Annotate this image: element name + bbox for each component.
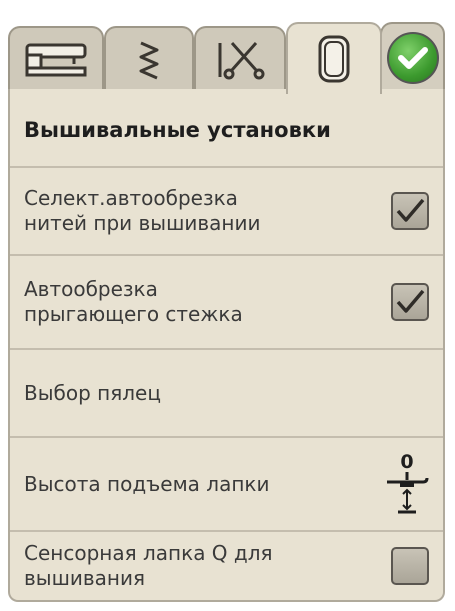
ok-button[interactable]: [380, 22, 445, 92]
sewing-machine-icon: [25, 43, 87, 77]
setting-row-hoop-selection[interactable]: Выбор пялец: [10, 348, 443, 436]
sensor-q-foot-checkbox[interactable]: [391, 547, 429, 585]
setting-row-jump-stitch-trim[interactable]: Автообрезка прыгающего стежка: [10, 254, 443, 348]
check-icon: [396, 198, 425, 222]
setting-row-sensor-q-foot[interactable]: Сенсорная лапка Q для вышивания: [10, 530, 443, 600]
setting-label: Селект.автообрезка нитей при вышивании: [24, 186, 261, 235]
setting-label: Высота подъема лапки: [24, 471, 270, 496]
check-icon: [396, 289, 425, 313]
tab-machine-settings[interactable]: [8, 26, 104, 92]
page-title-text: Вышивальные установки: [24, 118, 331, 142]
setting-row-presser-foot-height[interactable]: Высота подъема лапки 0: [10, 436, 443, 530]
setting-label: Выбор пялец: [24, 380, 161, 405]
presser-foot-height-value: 0: [400, 451, 414, 473]
setting-row-selective-thread-cut[interactable]: Селект.автообрезка нитей при вышивании: [10, 166, 443, 254]
zigzag-stitch-icon: [139, 41, 159, 80]
ok-circle: [386, 32, 439, 84]
presser-foot-icon: [387, 472, 429, 514]
selective-thread-cut-checkbox[interactable]: [391, 192, 429, 230]
tab-embroidery-settings[interactable]: [286, 22, 382, 94]
tab-sewing-settings[interactable]: [194, 26, 286, 92]
checkmark-icon: [397, 47, 428, 69]
jump-stitch-trim-checkbox[interactable]: [391, 283, 429, 321]
presser-foot-height-control[interactable]: 0: [385, 452, 429, 516]
setting-label: Автообрезка прыгающего стежка: [24, 277, 243, 326]
setting-label: Сенсорная лапка Q для вышивания: [24, 541, 273, 590]
needle-scissors-icon: [218, 42, 265, 80]
page-title: Вышивальные установки: [10, 94, 443, 166]
embroidery-hoop-icon: [318, 35, 350, 83]
tab-stitch-settings[interactable]: [104, 26, 194, 92]
settings-window: Вышивальные установки Селект.автообрезка…: [0, 0, 455, 611]
